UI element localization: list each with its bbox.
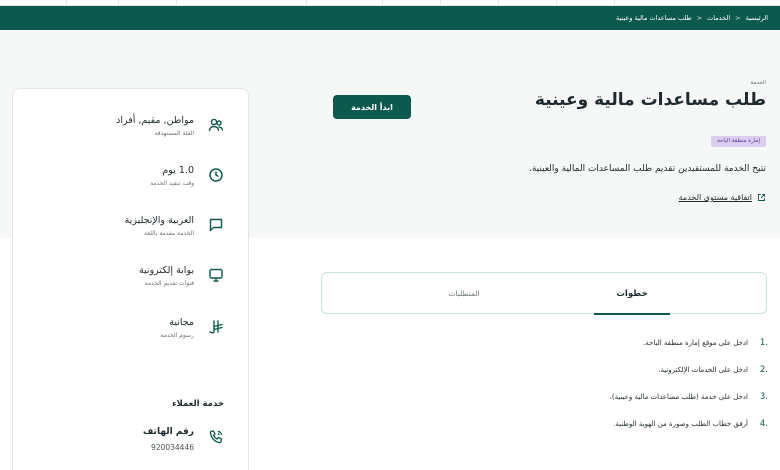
step-number: 1. [759, 337, 768, 348]
start-service-button[interactable]: ابدأ الخدمة [333, 95, 411, 119]
breadcrumb-bar: الرئيسية > الخدمات > طلب مساعدات مالية و… [0, 6, 780, 30]
breadcrumb-services-link[interactable]: الخدمات [707, 14, 730, 22]
info-item-language: العربية والإنجليزية الخدمة مقدمة باللغة [24, 215, 224, 237]
external-link-icon [758, 194, 765, 201]
tab-requirements[interactable]: المتطلبات [384, 273, 544, 314]
breadcrumb-separator: > [696, 14, 703, 22]
step-text: ادخل على الخدمات الإلكترونية. [658, 365, 748, 374]
step-text: ادخل على خدمة (طلب مساعدات مالية وعينية)… [609, 392, 748, 401]
list-item: 3. ادخل على خدمة (طلب مساعدات مالية وعين… [338, 383, 768, 410]
info-item-channels: بوابة إلكترونية قنوات تقديم الخدمة [24, 265, 224, 287]
agency-badge: إمارة منطقة الباحة [711, 136, 766, 147]
info-item-fees: مجانية رسوم الخدمة [24, 317, 224, 339]
info-label: الخدمة مقدمة باللغة [143, 230, 194, 237]
steps-list: 1. ادخل على موقع إمارة منطقة الباحة. 2. … [338, 329, 768, 437]
step-text: أرفق خطاب الطلب وصورة من الهوية الوطنية. [613, 419, 748, 428]
info-value: مواطن, مقيم, أفراد [116, 115, 194, 126]
phone-icon [208, 429, 224, 445]
breadcrumb-home-link[interactable]: الرئيسية [746, 14, 768, 22]
phone-number[interactable]: 920034446 [143, 443, 194, 452]
page-title: طلب مساعدات مالية وعينية [534, 90, 766, 110]
service-info-card: مواطن, مقيم, أفراد الفئة المستهدفة 1.0 ي… [12, 88, 249, 470]
info-label: رسوم الخدمة [160, 332, 194, 339]
tab-steps[interactable]: خطوات [552, 273, 712, 315]
riyal-icon [208, 319, 224, 335]
chat-icon [208, 217, 224, 233]
service-description: تتيح الخدمة للمستفيدين تقديم طلب المساعد… [529, 164, 766, 174]
info-label: قنوات تقديم الخدمة [144, 280, 194, 287]
info-item-target-audience: مواطن, مقيم, أفراد الفئة المستهدفة [24, 115, 224, 137]
step-number: 3. [759, 391, 768, 402]
phone-label: رقم الهاتف [142, 427, 194, 437]
monitor-icon [208, 267, 224, 283]
list-item: 4. أرفق خطاب الطلب وصورة من الهوية الوطن… [338, 410, 768, 437]
customer-service-phone[interactable]: رقم الهاتف 920034446 [24, 427, 224, 452]
breadcrumb-current: طلب مساعدات مالية وعينية [616, 14, 692, 22]
breadcrumb: الرئيسية > الخدمات > طلب مساعدات مالية و… [616, 6, 768, 30]
sla-link-label: اتفاقية مستوى الخدمة [678, 193, 752, 202]
customer-service-title: خدمة العملاء [172, 399, 224, 409]
service-tabs: المتطلبات خطوات [321, 272, 767, 315]
info-label: الفئة المستهدفة [154, 130, 194, 137]
step-text: ادخل على موقع إمارة منطقة الباحة. [643, 338, 748, 347]
breadcrumb-separator: > [735, 14, 741, 22]
step-number: 4. [759, 418, 768, 429]
step-number: 2. [759, 364, 768, 375]
info-label: وقت تنفيذ الخدمة [150, 180, 194, 187]
info-value: مجانية [169, 317, 194, 328]
sla-link[interactable]: اتفاقية مستوى الخدمة [679, 193, 766, 202]
list-item: 2. ادخل على الخدمات الإلكترونية. [338, 356, 768, 383]
service-label: الخدمة [750, 80, 766, 86]
users-icon [208, 117, 224, 133]
clock-icon [208, 167, 224, 183]
info-value: 1.0 يوم [162, 165, 194, 176]
list-item: 1. ادخل على موقع إمارة منطقة الباحة. [338, 329, 768, 356]
info-value: العربية والإنجليزية [124, 215, 194, 226]
info-item-duration: 1.0 يوم وقت تنفيذ الخدمة [24, 165, 224, 187]
info-value: بوابة إلكترونية [138, 265, 194, 276]
